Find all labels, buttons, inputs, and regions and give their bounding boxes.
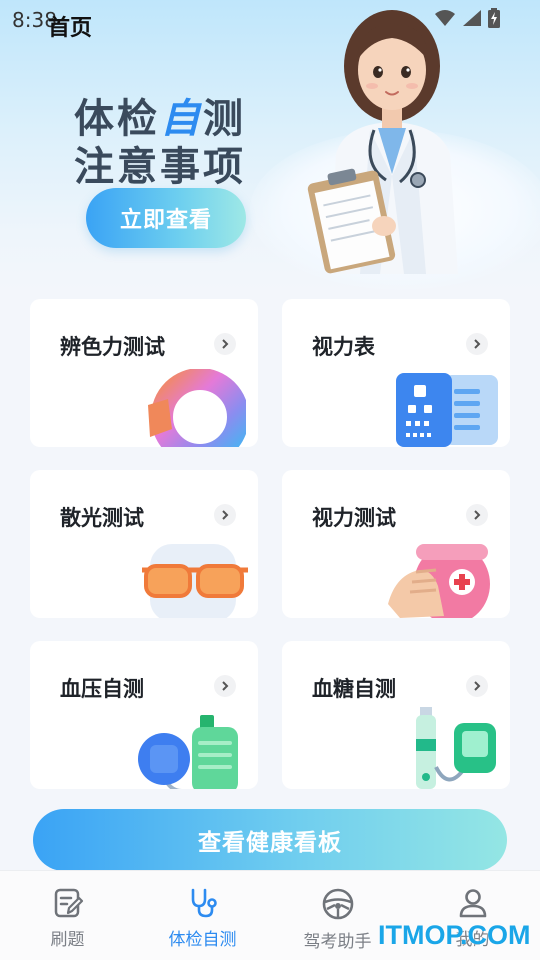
nav-label: 驾考助手 bbox=[303, 932, 372, 952]
stethoscope-icon bbox=[191, 888, 217, 918]
watermark: ITMOP.COM bbox=[378, 920, 531, 950]
card-title: 辨色力测试 bbox=[60, 335, 165, 359]
edit-note-icon bbox=[54, 888, 83, 918]
card-title: 视力表 bbox=[312, 335, 375, 359]
wifi-icon bbox=[435, 10, 455, 26]
eye-chart-icon bbox=[396, 373, 498, 447]
view-now-button[interactable]: 立即查看 bbox=[86, 188, 246, 248]
card-vision-test[interactable]: 视力测试 bbox=[282, 470, 510, 618]
chevron-right-icon bbox=[214, 333, 236, 355]
nav-item-questions[interactable]: 刷题 bbox=[0, 871, 135, 960]
glasses-icon bbox=[142, 544, 248, 618]
user-icon bbox=[459, 889, 486, 918]
view-health-dashboard-button[interactable]: 查看健康看板 bbox=[33, 809, 507, 871]
color-ring-icon bbox=[148, 369, 246, 447]
card-title: 血压自测 bbox=[60, 677, 144, 701]
chevron-right-icon bbox=[214, 675, 236, 697]
blood-pressure-icon bbox=[138, 715, 238, 789]
card-color-test[interactable]: 辨色力测试 bbox=[30, 299, 258, 447]
card-blood-glucose[interactable]: 血糖自测 bbox=[282, 641, 510, 789]
steering-wheel-icon bbox=[322, 888, 353, 920]
chevron-right-icon bbox=[466, 675, 488, 697]
glucose-meter-icon bbox=[416, 707, 496, 789]
hero-banner: 8:38 首页 体检自测 注意事项 立即查看 bbox=[0, 0, 540, 290]
card-eye-chart[interactable]: 视力表 bbox=[282, 299, 510, 447]
nav-item-self-check[interactable]: 体检自测 bbox=[135, 871, 270, 960]
card-astigmatism-test[interactable]: 散光测试 bbox=[30, 470, 258, 618]
status-icons bbox=[434, 8, 500, 28]
eye-cover-icon bbox=[388, 544, 490, 618]
hero-title-line2: 注意事项 bbox=[74, 144, 246, 190]
battery-icon bbox=[488, 8, 500, 28]
nav-label: 体检自测 bbox=[168, 930, 237, 950]
chevron-right-icon bbox=[466, 504, 488, 526]
card-blood-pressure[interactable]: 血压自测 bbox=[30, 641, 258, 789]
card-title: 视力测试 bbox=[312, 506, 396, 530]
doctor-illustration bbox=[307, 10, 458, 274]
card-title: 血糖自测 bbox=[312, 677, 396, 701]
card-title: 散光测试 bbox=[60, 506, 144, 530]
signal-icon bbox=[463, 10, 481, 26]
page-title: 首页 bbox=[48, 16, 93, 41]
nav-label: 刷题 bbox=[50, 930, 85, 950]
chevron-right-icon bbox=[214, 504, 236, 526]
chevron-right-icon bbox=[466, 333, 488, 355]
